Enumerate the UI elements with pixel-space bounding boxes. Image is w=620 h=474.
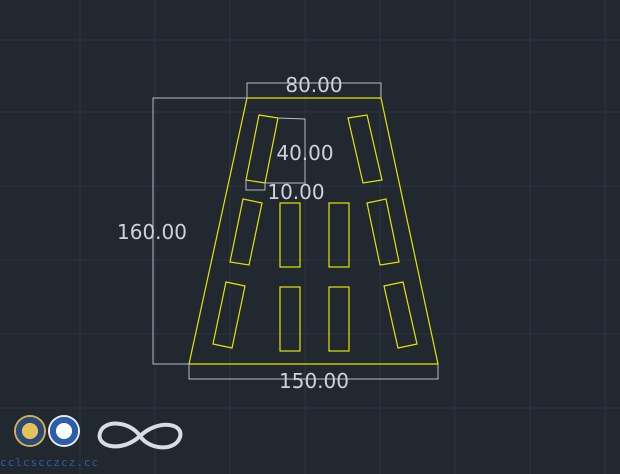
- watermark-caption: cclcscczcz.cc: [0, 456, 100, 469]
- slot-mid-left: [229, 198, 263, 266]
- dim-height-text: 160.00: [117, 220, 187, 244]
- dim-bottom-width-text: 150.00: [279, 369, 349, 393]
- slot-top-right: [347, 114, 383, 184]
- cad-viewport[interactable]: 80.00 160.00 40.00 10.00 150.00: [0, 0, 620, 474]
- infinity-link-icon: [97, 421, 183, 450]
- institute-seal-icon: [48, 415, 80, 447]
- dim-slot-width-text: 10.00: [267, 180, 324, 204]
- slot-mid-right: [366, 198, 400, 266]
- slot-mid-inner-right: [328, 202, 350, 268]
- slot-bottom-left: [212, 281, 246, 349]
- university-seal-icon: [14, 415, 46, 447]
- slot-top-left: [245, 114, 279, 184]
- drawing-svg: 80.00 160.00 40.00 10.00 150.00: [0, 0, 620, 474]
- slot-bottom-right: [383, 281, 418, 349]
- trapezoid-outline: [188, 97, 439, 365]
- slot-bottom-inner-right: [328, 286, 350, 352]
- slot-mid-inner-left: [279, 202, 301, 268]
- slot-bottom-inner-left: [279, 286, 301, 352]
- dim-top-width-text: 80.00: [285, 73, 342, 97]
- dim-slot-length-text: 40.00: [276, 141, 333, 165]
- background-grid: [0, 0, 620, 474]
